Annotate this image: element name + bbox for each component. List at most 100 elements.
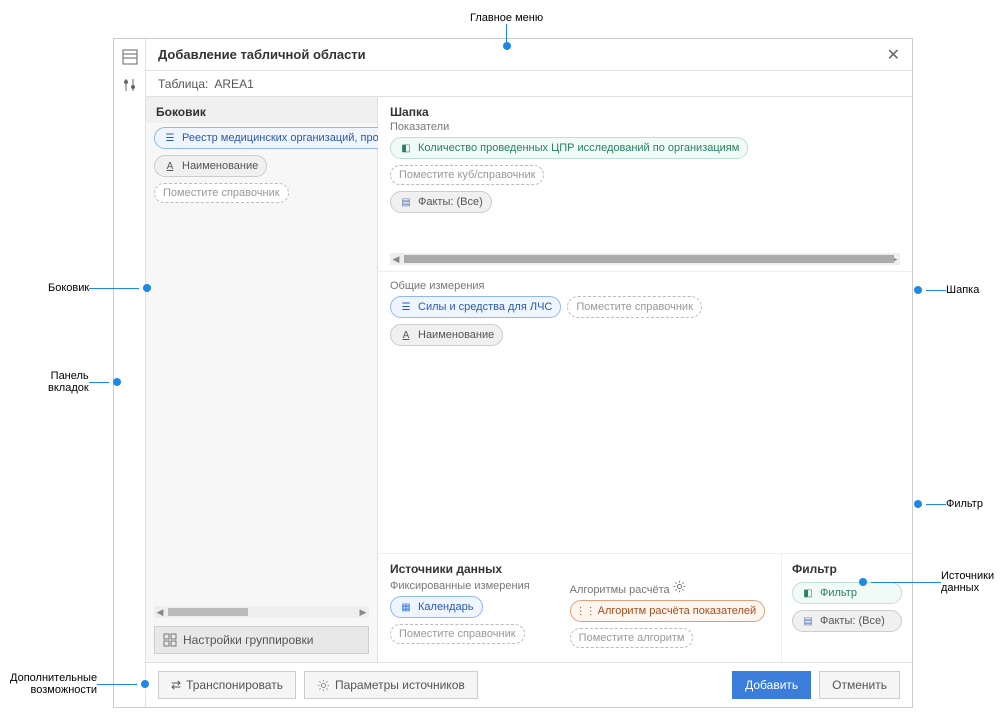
- button-label: Транспонировать: [186, 678, 283, 692]
- scroll-thumb[interactable]: [404, 255, 894, 263]
- spacer: [146, 207, 377, 604]
- callout-shapka: Шапка: [910, 284, 979, 296]
- measures-placeholder-chip[interactable]: Поместите справочник: [567, 296, 702, 318]
- facts-icon: ▤: [801, 614, 815, 628]
- callout-extra: Дополнительные возможности: [10, 672, 153, 696]
- cube-icon: ◧: [399, 141, 413, 155]
- cube-placeholder-chip[interactable]: Поместите куб/справочник: [390, 165, 544, 185]
- callout-tabs: Панель вкладок: [48, 370, 125, 394]
- attribute-icon: A: [163, 159, 177, 173]
- cube-icon: ◧: [801, 586, 815, 600]
- algo-chip[interactable]: ⋮⋮ Алгоритм расчёта показателей: [570, 600, 766, 622]
- fixed-col: Фиксированные измерения ▦Календарь Помес…: [390, 580, 530, 654]
- chip-label: Количество проведенных ЦПР исследований …: [418, 142, 739, 154]
- calendar-chip[interactable]: ▦Календарь: [390, 596, 483, 618]
- side-scrollbar[interactable]: ◀▶: [154, 606, 369, 618]
- header-scrollbar[interactable]: ◀▶: [390, 253, 900, 265]
- button-label: Добавить: [745, 678, 798, 692]
- scroll-thumb[interactable]: [168, 608, 248, 616]
- dialog: Добавление табличной области ✕ Таблица: …: [113, 38, 913, 708]
- callout-mainmenu: Главное меню: [470, 12, 543, 50]
- side-ref-chip[interactable]: ☰ Реестр медицинских организаций, провод: [154, 127, 406, 149]
- callout-label: Главное меню: [470, 12, 543, 24]
- tab-settings[interactable]: [120, 75, 140, 95]
- facts-chip[interactable]: ▤ Факты: (Все): [390, 191, 492, 213]
- measures-attr-chip[interactable]: A Наименование: [390, 324, 503, 346]
- algo-icon: ⋮⋮: [579, 604, 593, 618]
- reference-icon: ☰: [163, 131, 177, 145]
- dialog-footer: ⇄ Транспонировать Параметры источников До…: [146, 662, 912, 707]
- dialog-main: Добавление табличной области ✕ Таблица: …: [146, 39, 912, 707]
- side-chips: ☰Реестр медицинских организаций, провод …: [146, 123, 377, 207]
- tab-table[interactable]: [120, 47, 140, 67]
- table-row: Таблица: AREA1: [146, 71, 912, 97]
- callout-label: Панель вкладок: [48, 370, 89, 394]
- algo-title: Алгоритмы расчёта: [570, 580, 766, 596]
- chip-label: Поместите куб/справочник: [399, 169, 535, 181]
- ref-placeholder-chip[interactable]: Поместите справочник: [390, 624, 525, 644]
- callout-label: Шапка: [946, 284, 979, 296]
- algo-col: Алгоритмы расчёта ⋮⋮ Алгоритм расчёта пок…: [570, 580, 766, 654]
- side-attr-chip[interactable]: A Наименование: [154, 155, 267, 177]
- cube-chip[interactable]: ◧ Количество проведенных ЦПР исследований…: [390, 137, 748, 159]
- chip-label: Алгоритм расчёта показателей: [598, 605, 757, 617]
- header-panel: Шапка Показатели ◧ Количество проведенных…: [378, 97, 912, 272]
- transpose-button[interactable]: ⇄ Транспонировать: [158, 671, 296, 699]
- side-placeholder-chip[interactable]: Поместите справочник: [154, 183, 289, 203]
- header-chips: ◧ Количество проведенных ЦПР исследований…: [390, 137, 900, 185]
- side-title: Боковик: [146, 97, 377, 123]
- measures-ref-chip[interactable]: ☰ Силы и средства для ЛЧС: [390, 296, 561, 318]
- chip-label: Факты: (Все): [820, 615, 885, 627]
- sources-title: Источники данных: [390, 562, 769, 580]
- dialog-body: Боковик ☰Реестр медицинских организаций,…: [146, 97, 912, 662]
- bottom-row: Источники данных Фиксированные измерения…: [378, 554, 912, 662]
- chip-label: Реестр медицинских организаций, провод: [182, 132, 397, 144]
- header-scroll: ◀▶: [390, 253, 900, 265]
- callout-label: Фильтр: [946, 498, 983, 510]
- scroll-left-icon[interactable]: ◀: [390, 254, 402, 265]
- chip-label: Наименование: [182, 160, 258, 172]
- callout-label: Источники данных: [941, 570, 994, 594]
- callout-filter: Фильтр: [910, 498, 983, 510]
- add-button[interactable]: Добавить: [732, 671, 811, 699]
- button-label: Настройки группировки: [183, 633, 313, 647]
- chip-label: Поместите алгоритм: [579, 632, 685, 644]
- cancel-button[interactable]: Отменить: [819, 671, 900, 699]
- scroll-left-icon[interactable]: ◀: [154, 607, 166, 618]
- sources-panel: Источники данных Фиксированные измерения…: [378, 554, 782, 662]
- scroll-right-icon[interactable]: ▶: [357, 607, 369, 618]
- measures-panel: Общие измерения ☰ Силы и средства для ЛЧС…: [378, 272, 912, 554]
- table-value: AREA1: [214, 77, 253, 91]
- filter-facts-chip[interactable]: ▤ Факты: (Все): [792, 610, 902, 632]
- gear-icon: [317, 679, 330, 692]
- header-title: Шапка: [390, 105, 900, 119]
- button-label: Параметры источников: [335, 678, 465, 692]
- callout-sources: Источники данных: [855, 570, 994, 594]
- grouping-settings-button[interactable]: Настройки группировки: [154, 626, 369, 654]
- measures-title: Общие измерения: [390, 280, 900, 292]
- right-area: Шапка Показатели ◧ Количество проведенных…: [378, 97, 912, 662]
- callout-label: Дополнительные возможности: [10, 672, 97, 696]
- calendar-icon: ▦: [399, 600, 413, 614]
- reference-icon: ☰: [399, 300, 413, 314]
- dialog-title: Добавление табличной области: [158, 47, 366, 62]
- facts-icon: ▤: [399, 195, 413, 209]
- grouping-icon: [163, 633, 177, 647]
- chip-label: Факты: (Все): [418, 196, 483, 208]
- fixed-title: Фиксированные измерения: [390, 580, 530, 592]
- transpose-icon: ⇄: [171, 678, 181, 692]
- attribute-icon: A: [399, 328, 413, 342]
- chip-label: Силы и средства для ЛЧС: [418, 301, 552, 313]
- table-label: Таблица:: [158, 77, 208, 91]
- chip-label: Фильтр: [820, 587, 857, 599]
- header-sub: Показатели: [390, 121, 900, 133]
- callout-bokovik: Боковик: [48, 282, 155, 294]
- chip-label: Поместите справочник: [399, 628, 516, 640]
- gear-icon[interactable]: [673, 580, 686, 593]
- close-button[interactable]: ✕: [887, 45, 900, 65]
- chip-label: Наименование: [418, 329, 494, 341]
- params-button[interactable]: Параметры источников: [304, 671, 478, 699]
- algo-placeholder-chip[interactable]: Поместите алгоритм: [570, 628, 694, 648]
- chip-label: Поместите справочник: [576, 301, 693, 313]
- chip-label: Поместите справочник: [163, 187, 280, 199]
